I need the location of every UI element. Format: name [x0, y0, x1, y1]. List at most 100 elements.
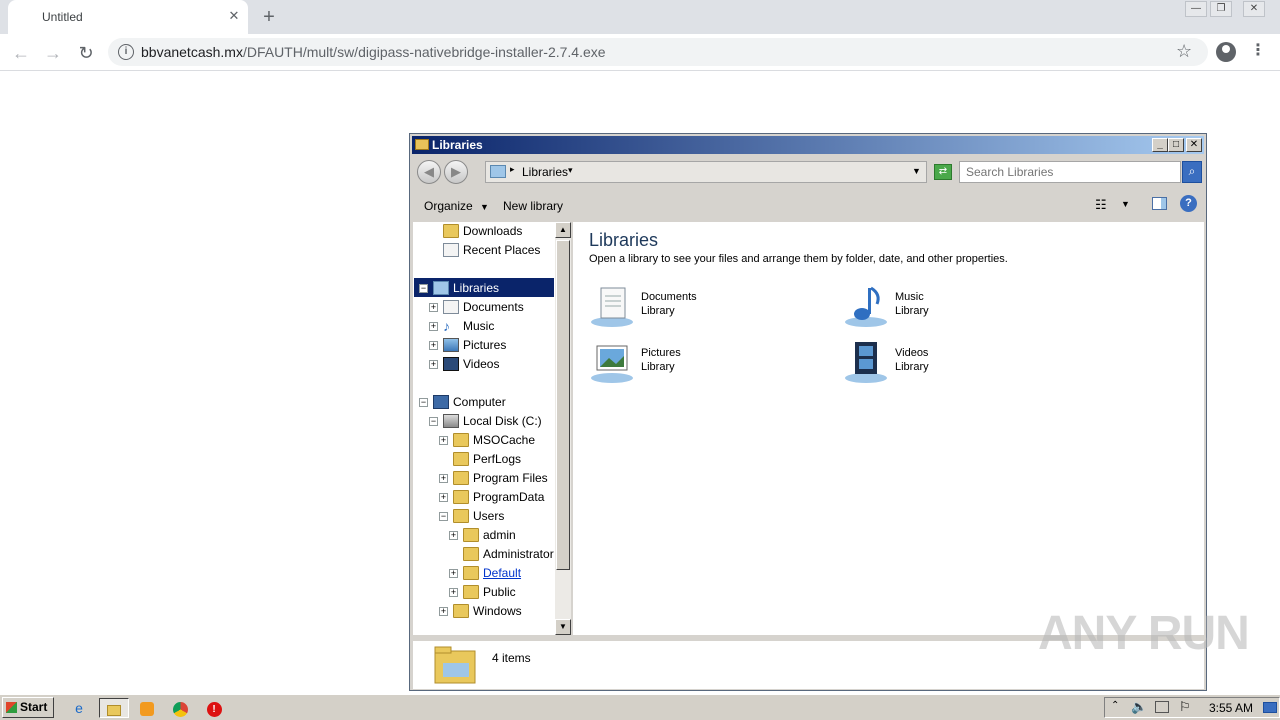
collapse-icon[interactable]: −: [439, 512, 448, 521]
minimize-icon[interactable]: —: [1185, 1, 1207, 17]
collapse-icon[interactable]: −: [419, 398, 428, 407]
url-text[interactable]: bbvanetcash.mx/DFAUTH/mult/sw/digipass-n…: [141, 44, 606, 60]
chevron-right-icon[interactable]: ▸: [510, 164, 515, 175]
expand-icon[interactable]: +: [449, 531, 458, 540]
warning-icon: !: [206, 701, 222, 717]
music-icon: ♪: [443, 318, 450, 334]
videos-icon: [443, 357, 459, 371]
history-dropdown-icon[interactable]: ▼: [912, 166, 921, 176]
action-center-flag-icon[interactable]: ⚐: [1179, 699, 1191, 715]
reload-icon[interactable]: ↻: [74, 41, 98, 65]
search-icon[interactable]: ⌕: [1182, 161, 1202, 183]
scroll-up-icon[interactable]: ▲: [555, 222, 571, 238]
new-library-button[interactable]: New library: [503, 199, 563, 213]
explorer-taskbar-icon[interactable]: [99, 698, 129, 718]
tree-label: PerfLogs: [473, 452, 522, 466]
volume-icon[interactable]: 🔈: [1131, 699, 1147, 715]
stop-icon[interactable]: !: [203, 698, 225, 718]
item-count: 4 items: [492, 651, 531, 665]
folder-icon: [453, 471, 469, 485]
browser-tab[interactable]: Untitled ✕: [8, 0, 248, 34]
breadcrumb-libraries[interactable]: Libraries: [522, 165, 568, 179]
tree-label: ProgramData: [473, 490, 545, 504]
chrome-icon[interactable]: [169, 698, 191, 718]
forward-icon[interactable]: ▶: [444, 160, 468, 184]
locked-folder-icon: [453, 433, 469, 447]
close-window-icon[interactable]: ✕: [1243, 1, 1265, 17]
library-type: Library: [641, 305, 675, 317]
expand-icon[interactable]: +: [429, 360, 438, 369]
explorer-address-bar: ◀ ▶ ▸ Libraries ▾ ▼ ⇄ ⌕: [412, 156, 1204, 188]
collapse-icon[interactable]: −: [419, 284, 428, 293]
start-button[interactable]: Start: [2, 697, 54, 718]
expand-icon[interactable]: +: [439, 474, 448, 483]
tree-label: Computer: [453, 395, 506, 409]
close-tab-icon[interactable]: ✕: [226, 8, 242, 24]
maximize-icon[interactable]: □: [1168, 138, 1184, 152]
chevron-down-icon: ▼: [480, 202, 489, 212]
library-item-videos[interactable]: Videos Library: [843, 340, 1043, 390]
chevron-down-icon[interactable]: ▼: [1121, 199, 1130, 209]
expand-icon[interactable]: +: [439, 493, 448, 502]
folder-icon: [453, 604, 469, 618]
expand-icon[interactable]: +: [439, 436, 448, 445]
tree-label: Public: [483, 585, 516, 599]
bookmark-star-icon[interactable]: ☆: [1176, 41, 1192, 62]
collapse-icon[interactable]: −: [429, 417, 438, 426]
expand-icon[interactable]: +: [439, 607, 448, 616]
title-bar[interactable]: Libraries _ □ ✕: [412, 136, 1204, 154]
libraries-icon: [415, 139, 429, 150]
library-name: Documents: [641, 291, 697, 303]
change-view-icon[interactable]: ☷: [1095, 197, 1107, 213]
nav-scrollbar[interactable]: ▲ ▼: [555, 222, 571, 635]
minimize-icon[interactable]: _: [1152, 138, 1168, 152]
restore-icon[interactable]: ❐: [1210, 1, 1232, 17]
tree-label: Pictures: [463, 338, 507, 352]
tree-label: Local Disk (C:): [463, 414, 542, 428]
scroll-thumb[interactable]: [556, 240, 570, 570]
menu-kebab-icon[interactable]: ⋮: [1250, 40, 1266, 60]
back-icon[interactable]: ◀: [417, 160, 441, 184]
library-item-documents[interactable]: Documents Library: [589, 284, 789, 334]
folder-icon: [463, 547, 479, 561]
expand-icon[interactable]: +: [429, 322, 438, 331]
chrome-logo: [172, 701, 188, 717]
help-icon[interactable]: ?: [1180, 195, 1197, 212]
media-player-icon[interactable]: [136, 698, 158, 718]
internet-explorer-icon[interactable]: e: [68, 698, 90, 718]
expand-icon[interactable]: +: [449, 588, 458, 597]
back-icon[interactable]: ←: [9, 41, 33, 65]
expand-icon[interactable]: +: [429, 303, 438, 312]
close-icon[interactable]: ✕: [1186, 138, 1202, 152]
address-bar[interactable]: i bbvanetcash.mx/DFAUTH/mult/sw/digipass…: [108, 38, 1208, 66]
libraries-folder-icon: [434, 646, 476, 684]
search-input[interactable]: [960, 162, 1160, 182]
library-item-music[interactable]: Music Library: [843, 284, 1043, 334]
info-icon[interactable]: i: [118, 44, 134, 60]
breadcrumb[interactable]: ▸ Libraries ▾ ▼: [485, 161, 927, 183]
windows-logo-icon: [6, 702, 17, 713]
search-box[interactable]: [959, 161, 1181, 183]
clock[interactable]: 3:55 AM: [1209, 701, 1253, 715]
url-path: /DFAUTH/mult/sw/digipass-nativebridge-in…: [242, 44, 606, 60]
show-desktop-icon[interactable]: [1263, 702, 1277, 713]
network-icon[interactable]: [1155, 701, 1169, 713]
expand-icon[interactable]: +: [429, 341, 438, 350]
library-name: Music: [895, 291, 924, 303]
expand-icon[interactable]: +: [449, 569, 458, 578]
profile-avatar-icon[interactable]: [1216, 42, 1236, 62]
show-hidden-icons-icon[interactable]: ⌃: [1111, 700, 1119, 711]
chevron-down-icon[interactable]: ▾: [568, 165, 573, 176]
videos-library-icon: [845, 342, 887, 383]
tree-label: Windows: [473, 604, 522, 618]
scroll-down-icon[interactable]: ▼: [555, 619, 571, 635]
preview-pane-icon[interactable]: [1152, 197, 1167, 210]
forward-icon[interactable]: →: [41, 41, 65, 65]
tree-label: Downloads: [463, 224, 523, 238]
organize-button[interactable]: Organize ▼: [424, 199, 489, 213]
library-item-pictures[interactable]: Pictures Library: [589, 340, 789, 390]
new-tab-icon[interactable]: +: [258, 6, 280, 28]
folder-icon: [463, 566, 479, 580]
folder-icon: [107, 704, 121, 716]
refresh-icon[interactable]: ⇄: [934, 164, 952, 180]
